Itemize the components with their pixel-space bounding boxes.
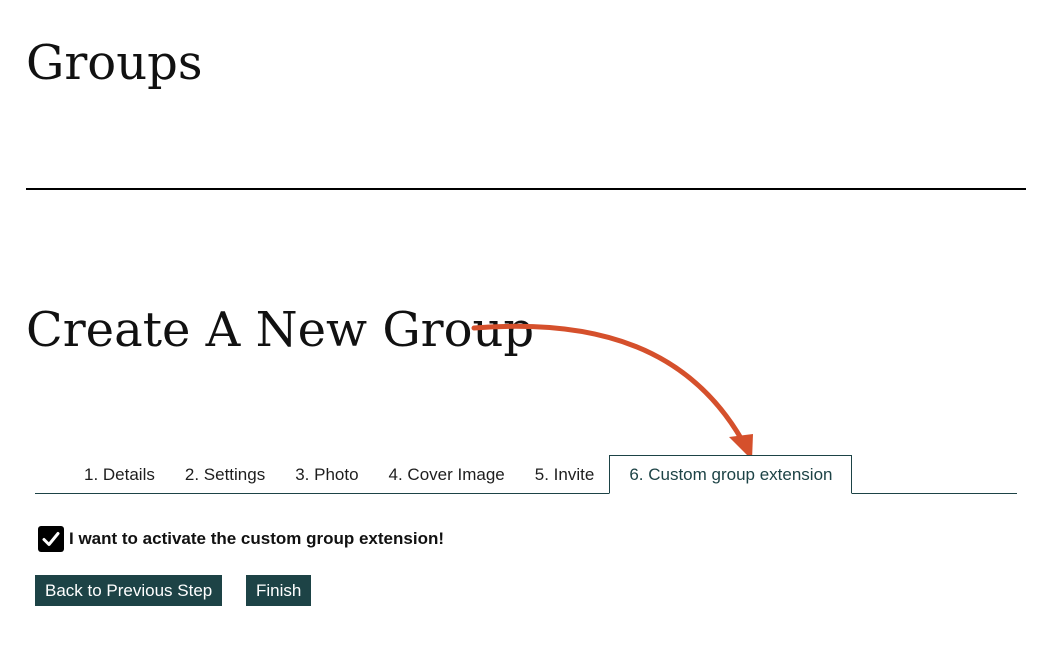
- tab-details[interactable]: 1. Details: [69, 457, 170, 493]
- tab-settings[interactable]: 2. Settings: [170, 457, 280, 493]
- group-creation-tabs: 1. Details 2. Settings 3. Photo 4. Cover…: [35, 455, 1017, 494]
- back-to-previous-step-button[interactable]: Back to Previous Step: [35, 575, 223, 606]
- activate-extension-row: I want to activate the custom group exte…: [38, 526, 444, 552]
- checkmark-icon: [42, 532, 60, 546]
- page-title: Groups: [26, 35, 203, 91]
- tab-custom-group-extension[interactable]: 6. Custom group extension: [609, 455, 853, 494]
- tab-invite[interactable]: 5. Invite: [520, 457, 610, 493]
- tab-photo[interactable]: 3. Photo: [280, 457, 373, 493]
- tab-cover-image[interactable]: 4. Cover Image: [374, 457, 520, 493]
- header-divider: [26, 188, 1026, 190]
- activate-extension-checkbox[interactable]: [38, 526, 64, 552]
- activate-extension-label: I want to activate the custom group exte…: [69, 529, 444, 548]
- finish-button[interactable]: Finish: [246, 575, 312, 606]
- create-group-title: Create A New Group: [26, 302, 535, 358]
